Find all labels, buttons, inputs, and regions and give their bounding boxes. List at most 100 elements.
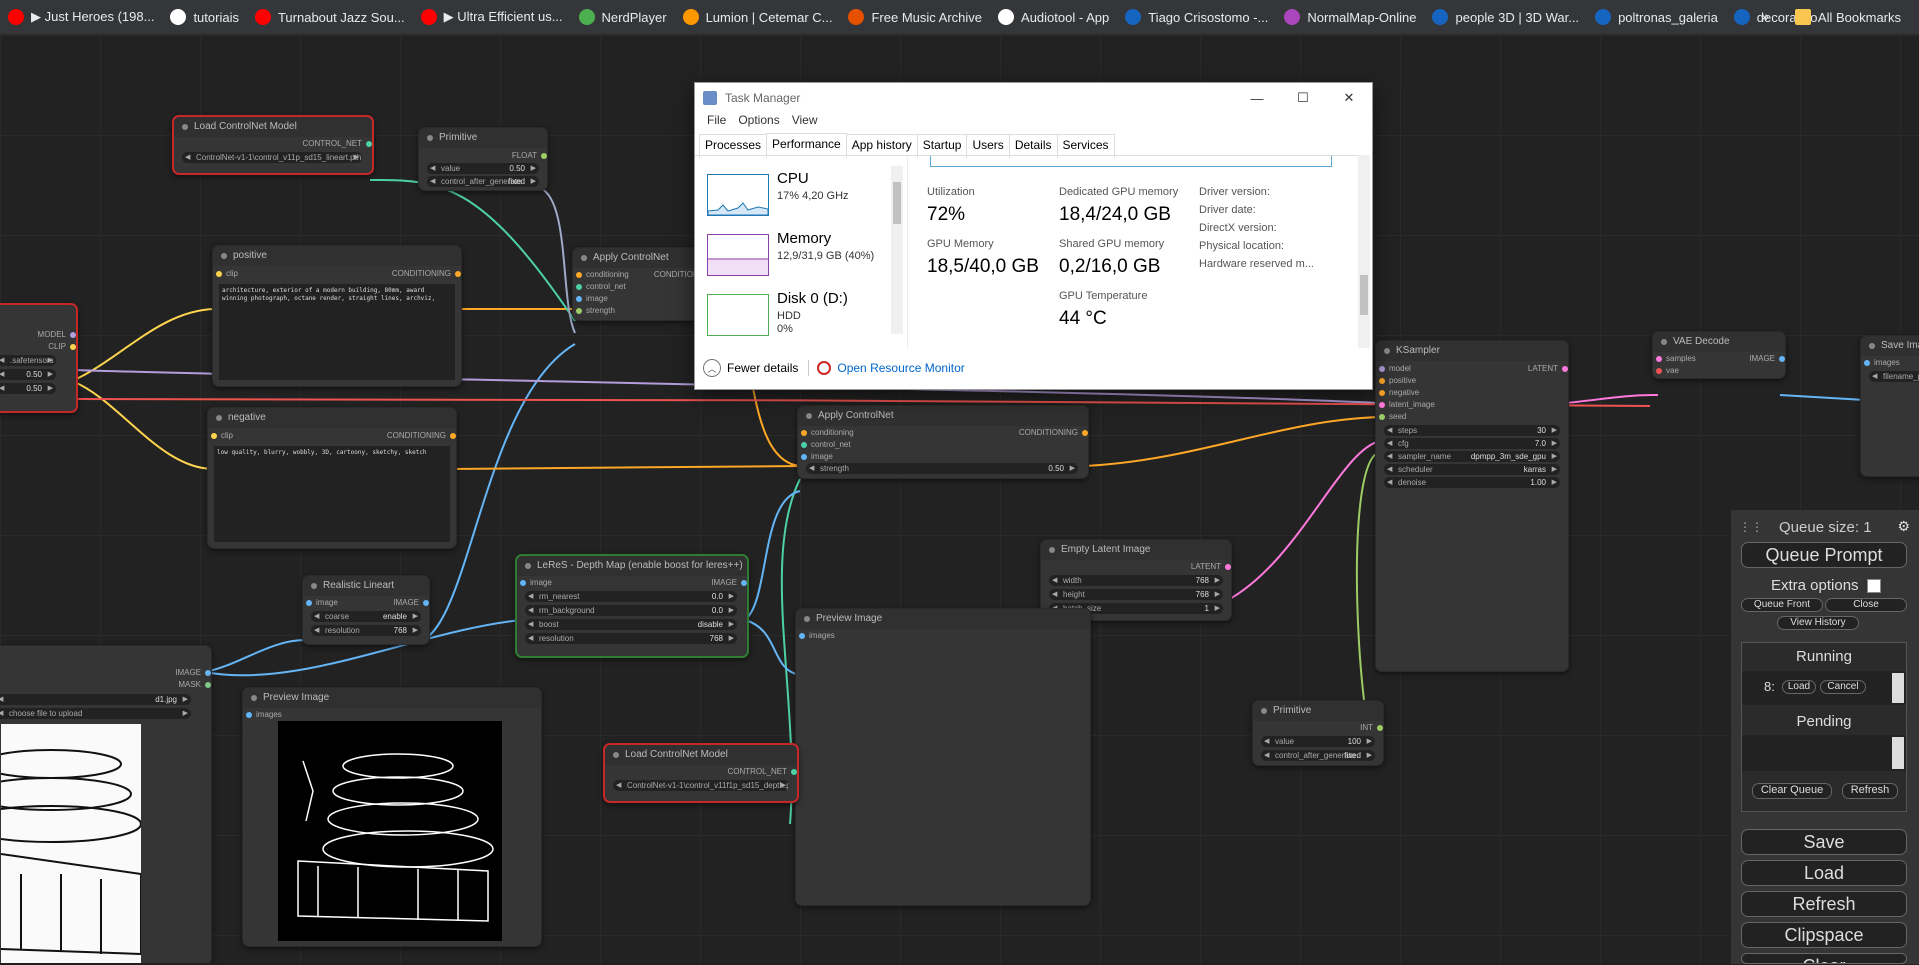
chevron-up-icon[interactable]: ︿ [703, 359, 721, 377]
ckpt-name-widget[interactable]: ControlNet-v1-1\control_v11p_sd15_linear… [182, 152, 362, 163]
queue-front-button[interactable]: Queue Front [1741, 598, 1823, 612]
lora-strength-widget[interactable]: 0.50 [0, 369, 56, 380]
output-control-net[interactable]: CONTROL_NET [727, 767, 797, 776]
node-ksampler[interactable]: KSampler model positive negative latent_… [1375, 340, 1569, 672]
node-negative-prompt[interactable]: negative clip CONDITIONING low quality, … [207, 407, 457, 549]
input-control-net[interactable]: control_net [801, 440, 851, 449]
resource-memory[interactable]: Memory 12,9/31,9 GB (40%) [707, 228, 897, 284]
bookmark-item[interactable]: people 3D | 3D War... [1424, 3, 1587, 31]
node-load-controlnet-lineart[interactable]: Load ControlNet Model CONTROL_NET Contro… [172, 115, 374, 175]
output-conditioning[interactable]: CONDITIONING [1019, 428, 1088, 437]
bookmark-item[interactable]: NormalMap-Online [1276, 3, 1424, 31]
output-image[interactable]: IMAGE [711, 578, 747, 587]
control-after-generate-widget[interactable]: control_after_generatefixed [1261, 750, 1375, 761]
maximize-icon[interactable]: ☐ [1280, 83, 1326, 113]
bookmark-item[interactable]: Tiago Crisostomo -... [1117, 3, 1276, 31]
input-image[interactable]: image [801, 452, 833, 461]
node-preview-image-lineart[interactable]: Preview Image images [242, 687, 542, 947]
input-image[interactable]: image [306, 598, 338, 607]
all-bookmarks-button[interactable]: All Bookmarks [1787, 3, 1909, 31]
input-negative[interactable]: negative [1379, 388, 1419, 397]
view-history-button[interactable]: View History [1777, 616, 1859, 630]
input-strength[interactable]: strength [576, 306, 615, 315]
tab-performance[interactable]: Performance [766, 133, 847, 157]
input-clip[interactable]: clip [216, 269, 238, 278]
input-vae[interactable]: vae [1656, 366, 1679, 375]
output-model[interactable]: MODEL [38, 330, 76, 339]
extra-options-checkbox[interactable] [1867, 579, 1881, 593]
clipspace-button[interactable]: Clipspace [1741, 922, 1907, 948]
output-float[interactable]: FLOAT [512, 151, 547, 160]
output-mask[interactable]: MASK [178, 680, 211, 689]
output-clip[interactable]: CLIP [48, 342, 76, 351]
minimize-icon[interactable]: — [1234, 83, 1280, 113]
output-image[interactable]: IMAGE [1749, 354, 1785, 363]
node-preview-image-depth[interactable]: Preview Image images [795, 608, 1091, 906]
menu-options[interactable]: Options [732, 113, 785, 133]
input-conditioning[interactable]: conditioning [576, 270, 629, 279]
node-vae-decode[interactable]: VAE Decode samples vae IMAGE [1652, 331, 1786, 379]
input-images[interactable]: images [1864, 358, 1900, 367]
output-control-net[interactable]: CONTROL_NET [302, 139, 372, 148]
queue-prompt-button[interactable]: Queue Prompt [1741, 542, 1907, 568]
width-widget[interactable]: width768 [1049, 575, 1223, 586]
input-model[interactable]: model [1379, 364, 1411, 373]
prompt-textarea[interactable]: architecture, exterior of a modern build… [219, 284, 455, 380]
node-apply-controlnet-2[interactable]: Apply ControlNet conditioning control_ne… [797, 405, 1089, 479]
node-realistic-lineart[interactable]: Realistic Lineart image IMAGE coarseenab… [302, 575, 430, 645]
coarse-widget[interactable]: coarseenable [311, 611, 421, 622]
cfg-widget[interactable]: cfg7.0 [1384, 438, 1560, 449]
load-button[interactable]: Load [1741, 860, 1907, 886]
node-leres-depth-map[interactable]: LeReS - Depth Map (enable boost for lere… [515, 554, 749, 658]
close-icon[interactable]: ✕ [1326, 83, 1372, 113]
input-latent-image[interactable]: latent_image [1379, 400, 1435, 409]
running-scrollbar[interactable] [1892, 673, 1904, 703]
resource-cpu[interactable]: CPU 17% 4,20 GHz [707, 168, 897, 224]
input-images[interactable]: images [799, 631, 835, 640]
image-select-widget[interactable]: d1.jpg [0, 694, 191, 705]
upload-button[interactable]: choose file to upload [0, 708, 191, 719]
bookmark-item[interactable]: Audiotool - App [990, 3, 1117, 31]
bookmark-item[interactable]: ▶ Just Heroes (198... [0, 3, 162, 31]
input-samples[interactable]: samples [1656, 354, 1696, 363]
bookmark-item[interactable]: tutoriais [162, 3, 247, 31]
resource-list-scrollbar[interactable] [891, 166, 903, 334]
boost-widget[interactable]: boostdisable [525, 619, 737, 630]
denoise-widget[interactable]: denoise1.00 [1384, 477, 1560, 488]
input-images[interactable]: images [246, 710, 282, 719]
input-conditioning[interactable]: conditioning [801, 428, 854, 437]
lora-clip-widget[interactable]: 0.50 [0, 383, 56, 394]
value-widget[interactable]: value0.50 [427, 163, 539, 174]
clear-button[interactable]: Clear [1741, 953, 1907, 964]
input-image[interactable]: image [520, 578, 552, 587]
sampler-name-widget[interactable]: sampler_namedpmpp_3m_sde_gpu [1384, 451, 1560, 462]
close-button[interactable]: Close [1825, 598, 1907, 612]
output-image[interactable]: IMAGE [393, 598, 429, 607]
pending-scrollbar[interactable] [1892, 737, 1904, 769]
node-save-image[interactable]: Save Image images filename_pre [1860, 335, 1919, 477]
input-control-net[interactable]: control_net [576, 282, 626, 291]
details-scrollbar[interactable] [1358, 155, 1370, 348]
output-image[interactable]: IMAGE [175, 668, 211, 677]
rm-nearest-widget[interactable]: rm_nearest0.0 [525, 591, 737, 602]
bookmark-item[interactable]: NerdPlayer [571, 3, 675, 31]
bookmark-item[interactable]: Lumion | Cetemar C... [675, 3, 841, 31]
resource-disk[interactable]: Disk 0 (D:) HDD 0% [707, 288, 897, 344]
bookmark-item[interactable]: poltronas_galeria [1587, 3, 1726, 31]
clear-queue-button[interactable]: Clear Queue [1752, 783, 1832, 799]
drag-handle-icon[interactable]: ⋮⋮ [1739, 520, 1763, 534]
height-widget[interactable]: height768 [1049, 589, 1223, 600]
node-positive-prompt[interactable]: positive clip CONDITIONING architecture,… [212, 245, 462, 387]
ckpt-name-widget[interactable]: ControlNet-v1-1\control_v11f1p_sd15_dept… [613, 780, 789, 791]
node-primitive-int[interactable]: Primitive INT value100 control_after_gen… [1252, 700, 1384, 766]
node-primitive-float[interactable]: Primitive FLOAT value0.50 control_after_… [418, 127, 548, 191]
input-image[interactable]: image [576, 294, 608, 303]
control-after-generate-widget[interactable]: control_after_generatefixed [427, 176, 539, 187]
bookmark-item[interactable]: ▶ Ultra Efficient us... [413, 3, 571, 31]
node-checkpoint-loader[interactable]: MODEL CLIP .safetensors 0.50 0.50 [0, 303, 78, 413]
menu-file[interactable]: File [701, 113, 732, 133]
prompt-textarea[interactable]: low quality, blurry, wobbly, 3D, cartoon… [214, 446, 450, 542]
output-conditioning[interactable]: CONDITIONING [392, 269, 461, 278]
output-latent[interactable]: LATENT [1191, 562, 1231, 571]
rm-background-widget[interactable]: rm_background0.0 [525, 605, 737, 616]
